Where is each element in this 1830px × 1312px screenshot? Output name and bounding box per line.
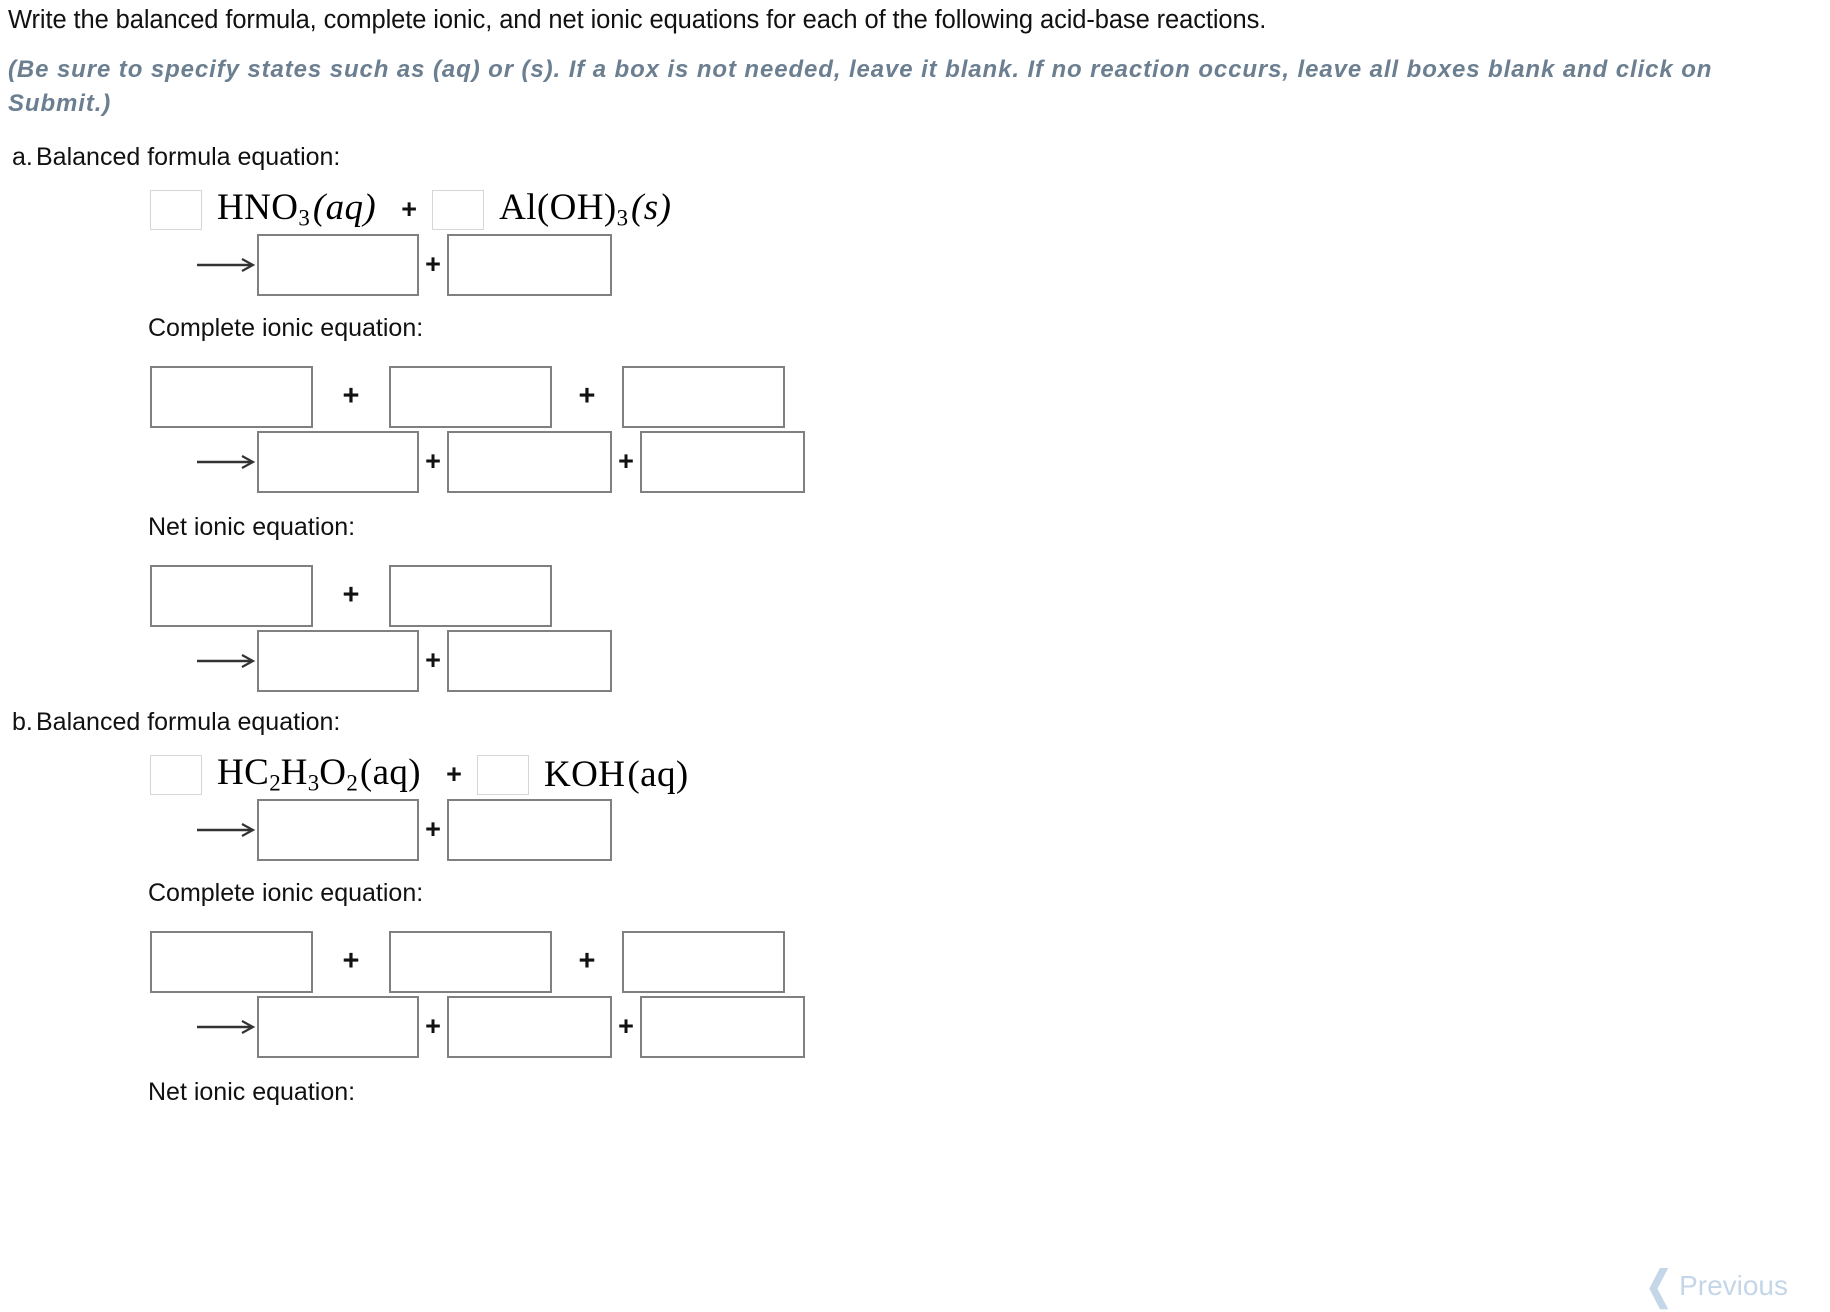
b-balanced-product-box-1[interactable] [257,798,419,861]
previous-button-label: Previous [1679,1270,1788,1301]
b-balanced-product-box-2[interactable] [447,798,612,861]
b-complete-ionic-products-row: + + [0,994,1830,1060]
prompt-main-text: Write the balanced formula, complete ion… [8,6,1267,34]
question-b: b. Balanced formula equation: HC2H3O2(aq… [0,708,1830,1107]
a-ci-plus-2: + [578,380,596,413]
a-ni-product-box-2[interactable] [447,629,612,692]
prompt-section: Write the balanced formula, complete ion… [0,0,1830,121]
a-ci-reactant-box-2[interactable] [389,365,552,428]
a-ni-plus-1: + [342,579,360,612]
a-ci-product-box-3[interactable] [640,430,805,493]
a-reactant-formula-2: Al(OH)3(s) [499,187,672,231]
chevron-left-icon: ❮ [1644,1264,1672,1308]
b-ci-product-box-1[interactable] [257,995,419,1058]
b-ci-plus-4: + [618,1011,634,1042]
a-complete-ionic-reactants-row: + + [0,363,1830,431]
b-complete-ionic-reactants-row: + + [0,928,1830,996]
prompt-note-text: (Be sure to specify states such as (aq) … [8,55,1713,117]
b-ci-product-box-2[interactable] [447,995,612,1058]
a-ci-product-box-2[interactable] [447,430,612,493]
a-net-ionic-label: Net ionic equation: [148,512,356,541]
a-complete-ionic-products-row: + + [0,429,1830,495]
question-a-balanced-label: Balanced formula equation: [36,142,341,171]
b-balanced-reactants-row: HC2H3O2(aq) + KOH(aq) [0,751,1830,799]
a-ni-plus-2: + [425,645,441,676]
a-ci-plus-3: + [425,446,441,477]
a-balanced-plus-1: + [401,194,417,225]
a-ci-arrow-icon [195,453,257,471]
a-ci-reactant-box-1[interactable] [150,365,313,428]
a-ni-product-box-1[interactable] [257,629,419,692]
b-ci-product-box-3[interactable] [640,995,805,1058]
question-b-balanced-label: Balanced formula equation: [36,707,341,736]
b-net-ionic-label: Net ionic equation: [148,1077,356,1106]
a-ni-reactant-box-2[interactable] [389,564,552,627]
a-balanced-products-row: + [0,232,1830,298]
b-ci-arrow-icon [195,1018,257,1036]
a-balanced-product-box-2[interactable] [447,233,612,296]
a-balanced-plus-2: + [425,249,441,280]
a-ci-plus-1: + [342,380,360,413]
question-b-letter: b. [12,707,33,736]
a-balanced-coef-1[interactable] [150,189,202,230]
b-reactant-formula-1: HC2H3O2(aq) [217,752,422,796]
b-balanced-coef-2[interactable] [477,754,530,795]
b-ci-plus-1: + [342,945,360,978]
b-ci-reactant-box-1[interactable] [150,930,313,993]
b-ci-plus-3: + [425,1011,441,1042]
question-a-heading: a. Balanced formula equation: [0,143,1830,172]
a-complete-ionic-label: Complete ionic equation: [148,313,424,342]
previous-button[interactable]: ❮ Previous [1642,1266,1788,1306]
question-a-letter: a. [12,142,33,171]
a-balanced-product-box-1[interactable] [257,233,419,296]
b-balanced-plus-1: + [446,759,462,790]
question-a: a. Balanced formula equation: HNO3(aq) +… [0,143,1830,694]
question-b-heading: b. Balanced formula equation: [0,708,1830,737]
b-ci-plus-2: + [578,945,596,978]
b-ci-reactant-box-3[interactable] [622,930,785,993]
a-balanced-arrow-icon [195,256,257,274]
a-ci-product-box-1[interactable] [257,430,419,493]
a-reactant-formula-1: HNO3(aq) [217,187,377,231]
a-balanced-coef-2[interactable] [432,189,485,230]
a-ci-reactant-box-3[interactable] [622,365,785,428]
b-balanced-products-row: + [0,797,1830,863]
b-balanced-coef-1[interactable] [150,754,202,795]
b-complete-ionic-label: Complete ionic equation: [148,878,424,907]
b-balanced-plus-2: + [425,814,441,845]
b-balanced-arrow-icon [195,821,257,839]
a-net-ionic-products-row: + [0,628,1830,694]
b-ci-reactant-box-2[interactable] [389,930,552,993]
a-ci-plus-4: + [618,446,634,477]
a-ni-reactant-box-1[interactable] [150,564,313,627]
a-net-ionic-reactants-row: + [0,562,1830,630]
a-ni-arrow-icon [195,652,257,670]
b-reactant-formula-2: KOH(aq) [544,754,689,796]
a-balanced-reactants-row: HNO3(aq) + Al(OH)3(s) [0,186,1830,234]
